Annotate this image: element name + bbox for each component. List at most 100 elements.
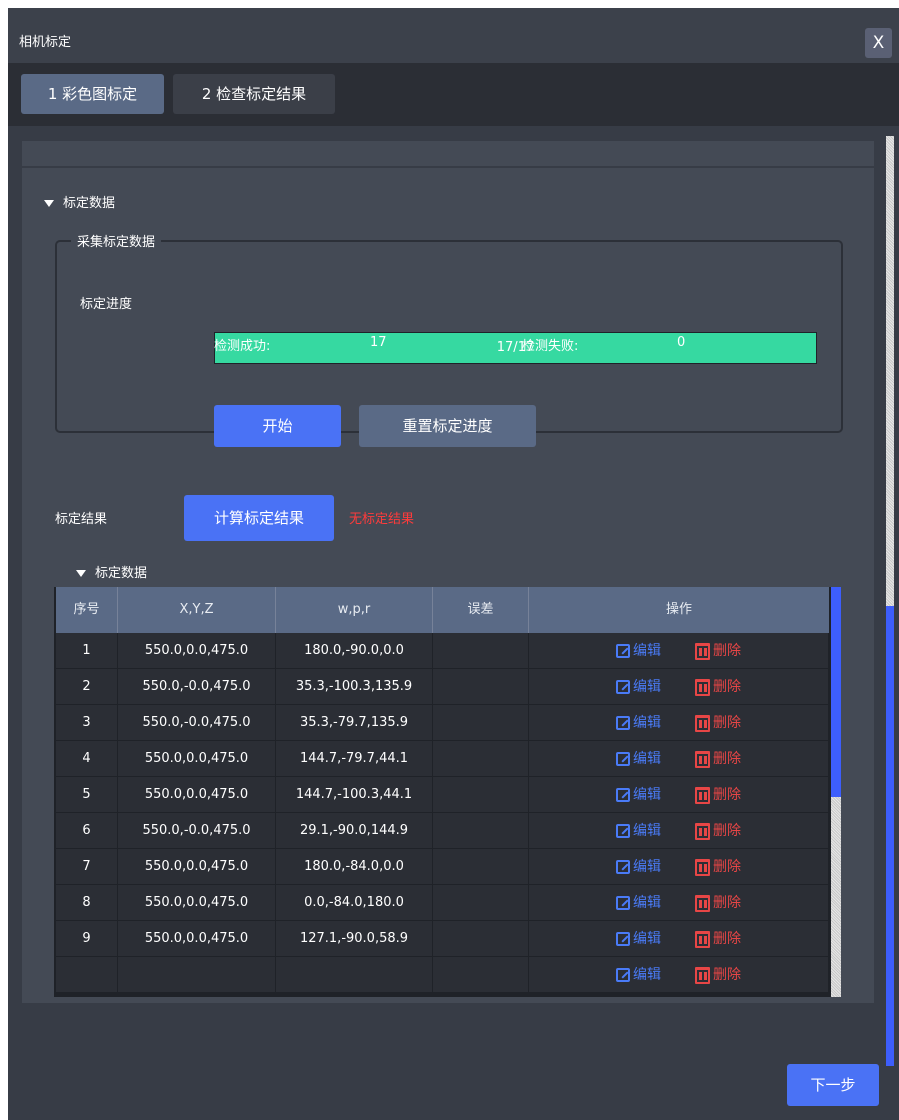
row-error bbox=[433, 849, 529, 885]
row-wpr: 180.0,-84.0,0.0 bbox=[276, 849, 433, 885]
group-legend: 采集标定数据 bbox=[71, 231, 162, 250]
edit-label: 编辑 bbox=[633, 895, 661, 911]
row-xyz: 550.0,0.0,475.0 bbox=[118, 633, 276, 669]
row-xyz: 550.0,-0.0,475.0 bbox=[118, 669, 276, 705]
edit-label: 编辑 bbox=[633, 967, 661, 983]
edit-button[interactable]: 编辑 bbox=[616, 813, 661, 849]
edit-button[interactable]: 编辑 bbox=[616, 777, 661, 813]
trash-icon bbox=[695, 930, 710, 948]
row-wpr: 127.1,-90.0,58.9 bbox=[276, 921, 433, 957]
delete-button[interactable]: 删除 bbox=[695, 849, 741, 885]
row-index: 9 bbox=[56, 921, 118, 957]
delete-label: 删除 bbox=[713, 643, 741, 659]
delete-label: 删除 bbox=[713, 895, 741, 911]
row-xyz: 550.0,0.0,475.0 bbox=[118, 849, 276, 885]
delete-button[interactable]: 删除 bbox=[695, 669, 741, 705]
table-scrollbar-thumb[interactable] bbox=[831, 587, 841, 797]
edit-button[interactable]: 编辑 bbox=[616, 921, 661, 957]
row-actions: 编辑 删除 bbox=[529, 741, 829, 777]
edit-label: 编辑 bbox=[633, 787, 661, 803]
row-wpr: 29.1,-90.0,144.9 bbox=[276, 813, 433, 849]
camera-calibration-dialog: 相机标定 X 1 彩色图标定 2 检查标定结果 标定数据 采集标定数据 标定进度… bbox=[8, 8, 899, 1120]
edit-icon bbox=[616, 932, 630, 946]
table-row: 5 550.0,0.0,475.0 144.7,-100.3,44.1 编辑 删除 bbox=[56, 777, 829, 813]
table-section-toggle[interactable]: 标定数据 bbox=[76, 562, 147, 581]
delete-label: 删除 bbox=[713, 715, 741, 731]
delete-button[interactable]: 删除 bbox=[695, 813, 741, 849]
compute-result-button[interactable]: 计算标定结果 bbox=[184, 495, 334, 541]
success-count: 17 bbox=[370, 335, 387, 350]
edit-button[interactable]: 编辑 bbox=[616, 669, 661, 705]
delete-button[interactable]: 删除 bbox=[695, 777, 741, 813]
delete-button[interactable]: 删除 bbox=[695, 885, 741, 921]
row-wpr: 144.7,-100.3,44.1 bbox=[276, 777, 433, 813]
row-xyz: 550.0,-0.0,475.0 bbox=[118, 813, 276, 849]
edit-label: 编辑 bbox=[633, 823, 661, 839]
row-error bbox=[433, 633, 529, 669]
row-index bbox=[56, 957, 118, 993]
delete-button[interactable]: 删除 bbox=[695, 741, 741, 777]
column-header-xyz: X,Y,Z bbox=[118, 587, 276, 633]
edit-button[interactable]: 编辑 bbox=[616, 849, 661, 885]
fail-count: 0 bbox=[677, 335, 686, 350]
next-step-button[interactable]: 下一步 bbox=[787, 1064, 879, 1106]
row-actions: 编辑 删除 bbox=[529, 813, 829, 849]
delete-button[interactable]: 删除 bbox=[695, 921, 741, 957]
collapse-triangle-icon bbox=[76, 570, 86, 577]
row-index: 6 bbox=[56, 813, 118, 849]
edit-button[interactable]: 编辑 bbox=[616, 705, 661, 741]
trash-icon bbox=[695, 642, 710, 660]
result-label: 标定结果 bbox=[55, 512, 108, 527]
delete-button[interactable]: 删除 bbox=[695, 705, 741, 741]
row-xyz: 550.0,0.0,475.0 bbox=[118, 777, 276, 813]
edit-button[interactable]: 编辑 bbox=[616, 957, 661, 993]
row-index: 7 bbox=[56, 849, 118, 885]
edit-label: 编辑 bbox=[633, 751, 661, 767]
delete-label: 删除 bbox=[713, 859, 741, 875]
edit-icon bbox=[616, 788, 630, 802]
row-error bbox=[433, 813, 529, 849]
trash-icon bbox=[695, 714, 710, 732]
edit-icon bbox=[616, 752, 630, 766]
start-button[interactable]: 开始 bbox=[214, 405, 341, 447]
column-header-actions: 操作 bbox=[665, 602, 692, 617]
reset-progress-button[interactable]: 重置标定进度 bbox=[359, 405, 536, 447]
column-header-wpr: w,p,r bbox=[276, 587, 433, 633]
trash-icon bbox=[695, 858, 710, 876]
edit-button[interactable]: 编辑 bbox=[616, 633, 661, 669]
tab-color-calibration[interactable]: 1 彩色图标定 bbox=[21, 74, 164, 114]
row-wpr: 35.3,-79.7,135.9 bbox=[276, 705, 433, 741]
close-button[interactable]: X bbox=[865, 28, 892, 58]
trash-icon bbox=[695, 786, 710, 804]
table-section-title: 标定数据 bbox=[95, 566, 148, 581]
trash-icon bbox=[695, 822, 710, 840]
edit-button[interactable]: 编辑 bbox=[616, 741, 661, 777]
success-label: 检测成功: bbox=[214, 339, 271, 354]
trash-icon bbox=[695, 750, 710, 768]
tab-check-result[interactable]: 2 检查标定结果 bbox=[173, 74, 335, 114]
delete-button[interactable]: 删除 bbox=[695, 633, 741, 669]
fail-label: 检测失败: bbox=[522, 339, 579, 354]
delete-label: 删除 bbox=[713, 787, 741, 803]
edit-label: 编辑 bbox=[633, 643, 661, 659]
row-xyz: 550.0,-0.0,475.0 bbox=[118, 705, 276, 741]
main-scrollbar-thumb[interactable] bbox=[886, 606, 894, 1066]
table-row: 7 550.0,0.0,475.0 180.0,-84.0,0.0 编辑 删除 bbox=[56, 849, 829, 885]
content-area: 标定数据 采集标定数据 标定进度 17/17 检测成功: 17 检测失败: 0 … bbox=[8, 126, 899, 1120]
row-index: 2 bbox=[56, 669, 118, 705]
table-header: 序号 X,Y,Z w,p,r 误差 操作 bbox=[56, 587, 829, 633]
row-actions: 编辑 删除 bbox=[529, 777, 829, 813]
row-wpr bbox=[276, 957, 433, 993]
table-row: 3 550.0,-0.0,475.0 35.3,-79.7,135.9 编辑 删除 bbox=[56, 705, 829, 741]
row-actions: 编辑 删除 bbox=[529, 885, 829, 921]
table-row: 2 550.0,-0.0,475.0 35.3,-100.3,135.9 编辑 删除 bbox=[56, 669, 829, 705]
delete-button[interactable]: 删除 bbox=[695, 957, 741, 993]
row-actions: 编辑 删除 bbox=[529, 669, 829, 705]
edit-button[interactable]: 编辑 bbox=[616, 885, 661, 921]
edit-label: 编辑 bbox=[633, 859, 661, 875]
collapse-triangle-icon bbox=[44, 200, 54, 207]
edit-label: 编辑 bbox=[633, 931, 661, 947]
tab-bar: 1 彩色图标定 2 检查标定结果 bbox=[8, 63, 899, 126]
calibration-data-section-toggle[interactable]: 标定数据 bbox=[44, 192, 115, 211]
row-actions: 编辑 删除 bbox=[529, 957, 829, 993]
